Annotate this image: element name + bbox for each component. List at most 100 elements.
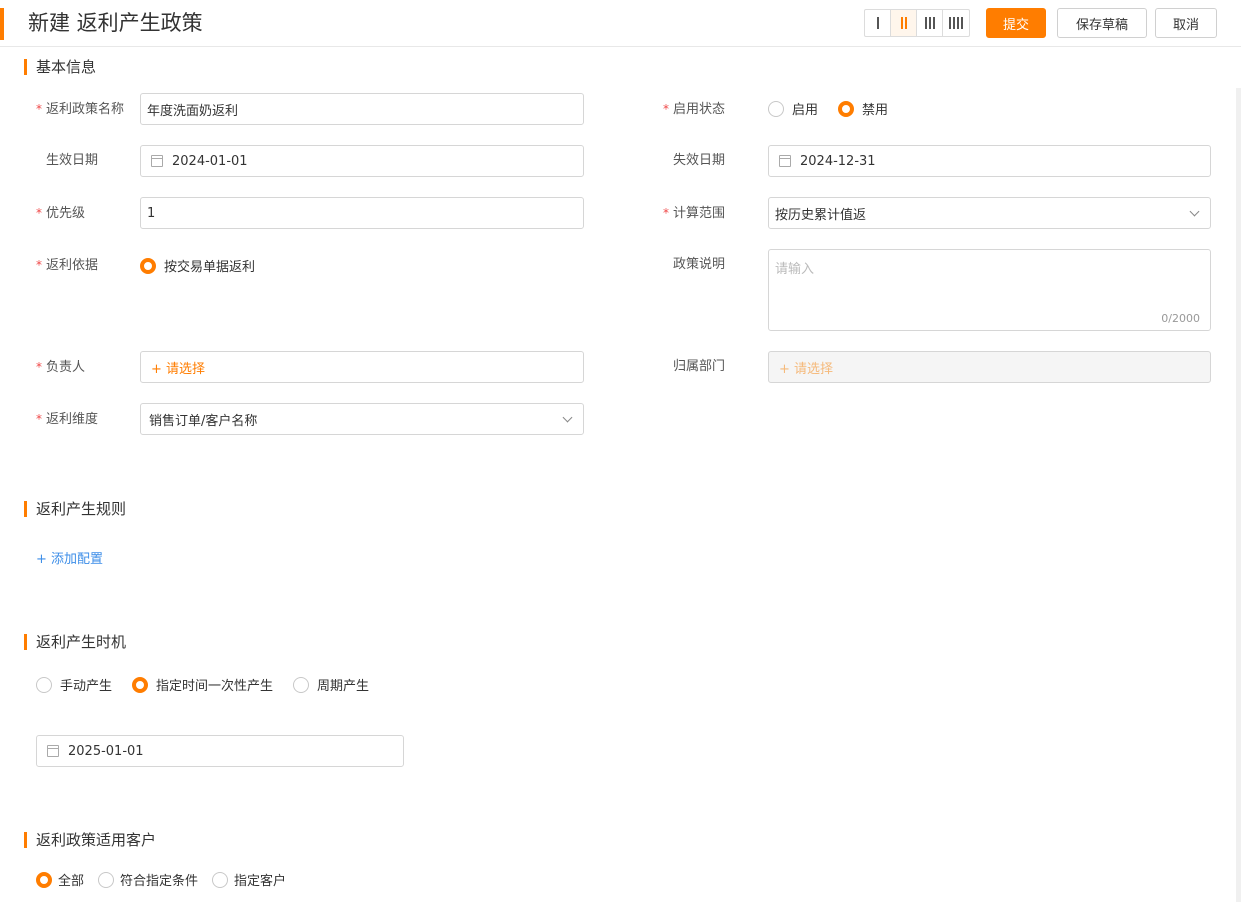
scrollbar[interactable]	[1236, 88, 1241, 902]
expiry-date-label: 失效日期	[673, 153, 726, 168]
section-customers: 返利政策适用客户	[24, 829, 156, 850]
basis-label: * 返利依据	[36, 258, 99, 273]
section-basic-info: 基本信息	[24, 56, 96, 77]
timing-radio-group: 手动产生 指定时间一次性产生 周期产生	[36, 675, 389, 694]
timing-radio-periodic[interactable]: 周期产生	[293, 675, 369, 694]
owner-label: * 负责人	[36, 360, 86, 375]
policy-name-input[interactable]: 年度洗面奶返利	[140, 93, 584, 125]
section-title: 返利产生时机	[36, 633, 127, 651]
radio-label: 按交易单据返利	[164, 260, 256, 275]
policy-name-label: * 返利政策名称	[36, 102, 125, 117]
layout-3-column-button[interactable]	[917, 10, 943, 36]
priority-label: * 优先级	[36, 206, 86, 221]
chevron-down-icon	[1189, 206, 1200, 217]
section-title: 基本信息	[36, 58, 97, 76]
customers-radio-conditional[interactable]: 符合指定条件	[98, 870, 198, 889]
section-accent-bar	[24, 500, 27, 517]
timing-radio-one-time[interactable]: 指定时间一次性产生	[132, 675, 273, 694]
radio-circle-selected	[838, 100, 855, 117]
timing-radio-manual[interactable]: 手动产生	[36, 675, 112, 694]
owner-picker[interactable]: + 请选择	[140, 351, 584, 383]
required-mark: *	[36, 360, 42, 374]
effective-date-picker[interactable]: 2024-01-01	[140, 145, 584, 177]
dimension-value: 销售订单/客户名称	[149, 413, 258, 429]
dimension-label: * 返利维度	[36, 412, 99, 427]
radio-label: 启用	[792, 103, 819, 118]
save-draft-button[interactable]: 保存草稿	[1057, 8, 1147, 38]
calc-scope-value: 按历史累计值返	[775, 207, 867, 223]
radio-label: 指定时间一次性产生	[156, 679, 274, 694]
radio-circle	[36, 676, 52, 693]
section-accent-bar	[24, 633, 27, 650]
required-mark: *	[36, 102, 42, 116]
radio-circle	[98, 871, 115, 888]
layout-1-column-button[interactable]	[865, 10, 891, 36]
expiry-date-value: 2024-12-31	[800, 153, 876, 169]
effective-date-value: 2024-01-01	[172, 153, 248, 169]
add-config-link[interactable]: + 添加配置	[36, 548, 103, 567]
section-title: 返利产生规则	[36, 500, 127, 518]
dimension-select[interactable]: 销售订单/客户名称	[140, 403, 584, 435]
customers-radio-specified[interactable]: 指定客户	[212, 870, 286, 889]
radio-label: 全部	[58, 874, 85, 889]
status-radio-disabled[interactable]: 禁用	[838, 99, 888, 118]
required-mark: *	[663, 102, 669, 116]
section-timing: 返利产生时机	[24, 631, 126, 652]
calendar-icon	[47, 745, 59, 757]
page-title: 新建 返利产生政策	[28, 11, 203, 35]
layout-column-switch	[864, 9, 970, 37]
four-column-icon	[949, 17, 963, 29]
status-radio-enabled[interactable]: 启用	[768, 99, 818, 118]
priority-value: 1	[147, 205, 156, 221]
basis-radio-by-document[interactable]: 按交易单据返利	[140, 256, 255, 275]
radio-circle-selected	[36, 871, 52, 888]
section-rules: 返利产生规则	[24, 498, 126, 519]
layout-2-column-button[interactable]	[891, 10, 917, 36]
customers-radio-group: 全部 符合指定条件 指定客户	[36, 870, 300, 889]
required-mark: *	[663, 206, 669, 220]
layout-4-column-button[interactable]	[943, 10, 969, 36]
owner-placeholder: + 请选择	[151, 361, 206, 377]
two-column-icon	[900, 17, 907, 29]
chevron-down-icon	[562, 412, 573, 423]
section-accent-bar	[24, 831, 27, 848]
radio-label: 符合指定条件	[120, 874, 199, 889]
radio-circle-selected	[140, 257, 156, 274]
three-column-icon	[924, 17, 935, 29]
section-title: 返利政策适用客户	[36, 831, 157, 849]
priority-input[interactable]: 1	[140, 197, 584, 229]
required-mark: *	[36, 412, 42, 426]
required-mark: *	[36, 258, 42, 272]
header-accent-bar	[0, 8, 4, 40]
description-char-count: 0/2000	[1161, 312, 1200, 325]
policy-name-value: 年度洗面奶返利	[147, 103, 239, 119]
cancel-button[interactable]: 取消	[1155, 8, 1217, 38]
radio-circle	[768, 100, 784, 117]
description-placeholder: 请输入	[775, 262, 815, 277]
status-radio-group: 启用 禁用	[768, 99, 908, 118]
customers-radio-all[interactable]: 全部	[36, 870, 84, 889]
required-mark: *	[36, 206, 42, 220]
radio-label: 手动产生	[60, 679, 113, 694]
calendar-icon	[151, 155, 163, 167]
radio-label: 指定客户	[234, 874, 287, 889]
radio-circle	[293, 676, 310, 693]
basis-radio-group: 按交易单据返利	[140, 256, 275, 275]
section-accent-bar	[24, 58, 27, 75]
expiry-date-picker[interactable]: 2024-12-31	[768, 145, 1211, 177]
department-placeholder: + 请选择	[779, 361, 834, 377]
radio-label: 禁用	[862, 103, 889, 118]
radio-circle	[212, 871, 229, 888]
submit-button[interactable]: 提交	[986, 8, 1046, 38]
description-label: 政策说明	[673, 257, 726, 272]
calc-scope-label: * 计算范围	[663, 206, 726, 221]
timing-date-picker[interactable]: 2025-01-01	[36, 735, 404, 767]
page-header: 新建 返利产生政策 提交 保存草稿 取消	[0, 0, 1241, 47]
status-label: * 启用状态	[663, 102, 726, 117]
department-label: 归属部门	[673, 359, 726, 374]
radio-circle-selected	[132, 676, 149, 693]
department-picker[interactable]: + 请选择	[768, 351, 1211, 383]
description-textarea[interactable]: 请输入 0/2000	[768, 249, 1211, 331]
radio-label: 周期产生	[317, 679, 370, 694]
calc-scope-select[interactable]: 按历史累计值返	[768, 197, 1211, 229]
